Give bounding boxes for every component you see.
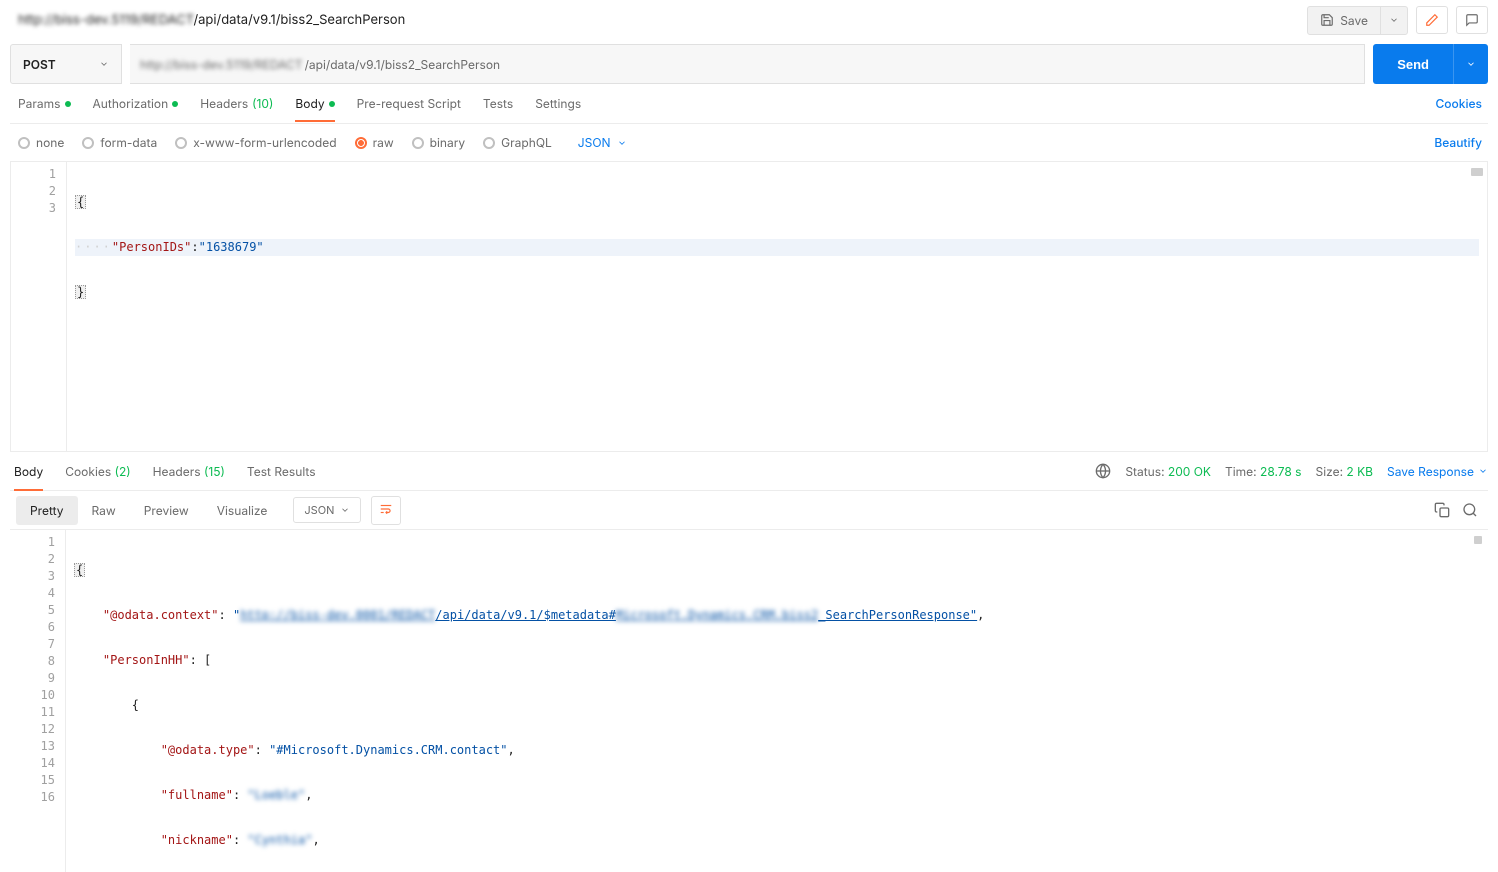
- dot-indicator: [329, 101, 335, 107]
- chevron-down-icon: [1478, 466, 1488, 476]
- view-tab-raw[interactable]: Raw: [78, 496, 130, 525]
- pencil-icon: [1425, 13, 1439, 27]
- tab-params[interactable]: Params: [18, 86, 71, 121]
- wrap-icon: [379, 502, 393, 516]
- body-type-none[interactable]: none: [18, 135, 64, 150]
- edit-button[interactable]: [1416, 6, 1448, 34]
- save-button[interactable]: Save: [1308, 7, 1380, 34]
- resp-tab-cookies[interactable]: Cookies (2): [65, 456, 130, 487]
- copy-icon[interactable]: [1434, 502, 1450, 518]
- scrollbar-thumb[interactable]: [1471, 168, 1483, 176]
- chevron-down-icon: [617, 138, 627, 148]
- tab-tests[interactable]: Tests: [483, 86, 513, 121]
- resp-tab-testresults[interactable]: Test Results: [247, 456, 316, 487]
- line-gutter: 12345678910111213141516: [10, 530, 66, 872]
- time-text: Time: 28.78 s: [1225, 464, 1302, 479]
- view-tab-preview[interactable]: Preview: [130, 496, 203, 525]
- line-wrap-button[interactable]: [371, 496, 401, 525]
- save-response-button[interactable]: Save Response: [1387, 464, 1488, 479]
- tab-authorization[interactable]: Authorization: [93, 86, 179, 121]
- body-type-formdata[interactable]: form-data: [82, 135, 157, 150]
- comment-icon: [1465, 13, 1479, 27]
- send-options-button[interactable]: [1453, 44, 1488, 84]
- scrollbar-thumb[interactable]: [1474, 536, 1482, 544]
- send-button[interactable]: Send: [1373, 44, 1453, 84]
- line-gutter: 1 2 3: [11, 162, 67, 451]
- tab-settings[interactable]: Settings: [535, 86, 581, 121]
- comment-button[interactable]: [1456, 6, 1488, 34]
- chevron-down-icon: [1389, 15, 1399, 25]
- resp-tab-body[interactable]: Body: [14, 456, 43, 487]
- size-text: Size: 2 KB: [1316, 464, 1374, 479]
- request-body-editor[interactable]: 1 2 3 { ····"PersonIDs":"1638679" }: [10, 162, 1488, 452]
- body-type-binary[interactable]: binary: [412, 135, 466, 150]
- chevron-down-icon: [99, 59, 109, 69]
- floppy-icon: [1320, 13, 1334, 27]
- request-title: http://biss-dev.5119/REDACT/api/data/v9.…: [10, 12, 405, 28]
- body-type-raw[interactable]: raw: [355, 135, 394, 150]
- beautify-button[interactable]: Beautify: [1434, 135, 1482, 150]
- tab-body[interactable]: Body: [295, 86, 334, 121]
- url-input[interactable]: http://biss-dev.5119/REDACT/api/data/v9.…: [130, 44, 1365, 84]
- http-method-select[interactable]: POST: [10, 44, 122, 84]
- tab-headers[interactable]: Headers (10): [200, 86, 273, 121]
- body-format-select[interactable]: JSON: [578, 135, 627, 150]
- tab-prerequest[interactable]: Pre-request Script: [357, 86, 461, 121]
- search-icon[interactable]: [1462, 502, 1478, 518]
- response-format-select[interactable]: JSON: [293, 497, 361, 523]
- chevron-down-icon: [340, 505, 350, 515]
- globe-icon[interactable]: [1095, 463, 1111, 479]
- dot-indicator: [172, 101, 178, 107]
- body-type-graphql[interactable]: GraphQL: [483, 135, 552, 150]
- cookies-link[interactable]: Cookies: [1435, 96, 1488, 111]
- resp-tab-headers[interactable]: Headers (15): [153, 456, 225, 487]
- view-tab-pretty[interactable]: Pretty: [16, 496, 78, 525]
- status-text: Status: 200 OK: [1125, 464, 1211, 479]
- response-body-editor[interactable]: 12345678910111213141516 { "@odata.contex…: [10, 530, 1488, 872]
- view-tab-visualize[interactable]: Visualize: [203, 496, 282, 525]
- body-type-xwww[interactable]: x-www-form-urlencoded: [175, 135, 336, 150]
- chevron-down-icon: [1466, 59, 1476, 69]
- save-options-button[interactable]: [1380, 7, 1407, 34]
- dot-indicator: [65, 101, 71, 107]
